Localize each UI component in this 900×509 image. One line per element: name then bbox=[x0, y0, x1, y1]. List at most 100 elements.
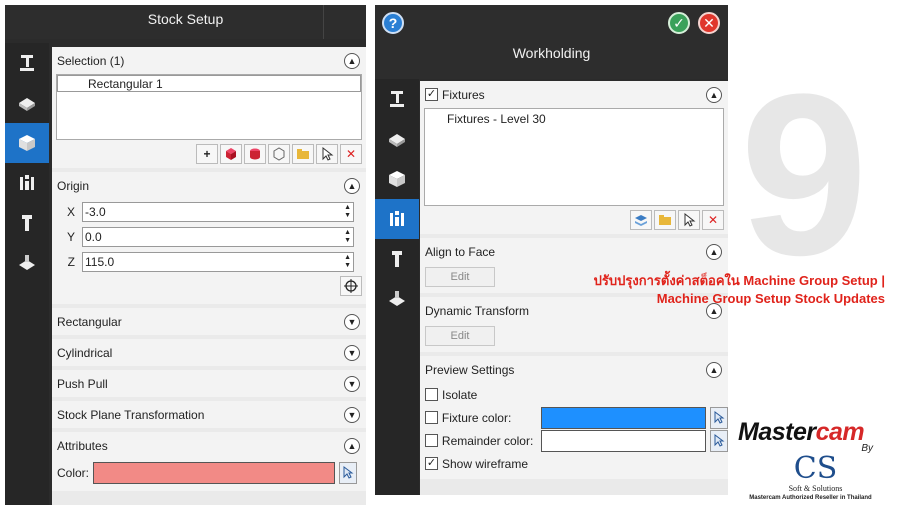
attributes-title: Attributes bbox=[57, 438, 108, 453]
remainder-color-label: Remainder color: bbox=[441, 433, 534, 448]
fixtures-toolbar: ✕ bbox=[420, 206, 728, 234]
show-wireframe-checkbox[interactable]: ✓ bbox=[425, 457, 438, 470]
rail-machine-icon[interactable] bbox=[5, 43, 49, 83]
rail-stock-setup-icon[interactable] bbox=[375, 159, 419, 199]
help-icon[interactable]: ? bbox=[382, 12, 404, 34]
open-folder-icon[interactable] bbox=[292, 144, 314, 164]
rectangular-section[interactable]: Rectangular ▼ bbox=[52, 308, 366, 335]
select-origin-crosshair-icon[interactable] bbox=[340, 276, 362, 296]
selection-list[interactable]: Rectangular 1 bbox=[56, 74, 362, 140]
rail-stock-setup-icon[interactable] bbox=[5, 123, 49, 163]
collapse-chevron-up-icon[interactable]: ▲ bbox=[706, 362, 722, 378]
workholding-side-rail bbox=[375, 79, 419, 495]
origin-y-value: 0.0 bbox=[85, 229, 102, 244]
cs-soft-solutions-text: Soft & Solutions bbox=[788, 484, 843, 493]
show-wireframe-row: ✓ Show wireframe bbox=[420, 452, 728, 475]
collapse-chevron-up-icon[interactable]: ▲ bbox=[706, 87, 722, 103]
origin-header[interactable]: Origin ▲ bbox=[52, 172, 366, 199]
fixtures-checkbox[interactable]: ✓ bbox=[425, 88, 438, 101]
align-to-face-header[interactable]: Align to Face ▲ bbox=[420, 238, 728, 265]
cylindrical-section[interactable]: Cylindrical ▼ bbox=[52, 339, 366, 366]
remainder-color-checkbox[interactable] bbox=[425, 434, 438, 447]
attributes-header[interactable]: Attributes ▲ bbox=[52, 432, 366, 459]
remainder-color-swatch[interactable] bbox=[541, 429, 707, 452]
preview-settings-header[interactable]: Preview Settings ▲ bbox=[420, 356, 728, 383]
stock-setup-panel: Stock Setup Selection (1) ▲ Rectangular … bbox=[5, 5, 366, 505]
selection-title: Selection (1) bbox=[57, 53, 125, 68]
rail-fixture-icon[interactable] bbox=[375, 199, 419, 239]
mastercam-cs-logo: Mastercam By CS Soft & Solutions Masterc… bbox=[738, 418, 883, 501]
spinner-arrows-icon[interactable]: ▲ ▼ bbox=[344, 204, 351, 220]
rail-machine-icon[interactable] bbox=[375, 79, 419, 119]
rail-tool-icon[interactable] bbox=[375, 239, 419, 279]
origin-y-label: Y bbox=[66, 229, 75, 244]
expand-chevron-down-icon[interactable]: ▼ bbox=[344, 314, 360, 330]
isolate-checkbox[interactable] bbox=[425, 388, 438, 401]
collapse-chevron-up-icon[interactable]: ▲ bbox=[706, 244, 722, 260]
fixtures-section: ✓ Fixtures ▲ Fixtures - Level 30 ✕ bbox=[420, 81, 728, 234]
titlebar-divider bbox=[323, 5, 324, 39]
stock-setup-title: Stock Setup bbox=[147, 11, 224, 27]
stock-setup-content: Selection (1) ▲ Rectangular 1 + ✕ Origin… bbox=[52, 47, 366, 505]
remove-fixture-close-icon[interactable]: ✕ bbox=[702, 210, 724, 230]
select-cursor-icon[interactable] bbox=[678, 210, 700, 230]
fixture-color-swatch[interactable] bbox=[541, 406, 707, 429]
origin-section: Origin ▲ X -3.0 ▲ ▼ Y 0.0 ▲ ▼ Z 115.0 ▲ … bbox=[52, 172, 366, 304]
rail-tool-icon[interactable] bbox=[5, 203, 49, 243]
preview-settings-section: Preview Settings ▲ Isolate Fixture color… bbox=[420, 356, 728, 479]
rectangular-title: Rectangular bbox=[57, 314, 122, 329]
remove-selection-close-icon[interactable]: ✕ bbox=[340, 144, 362, 164]
spinner-arrows-icon[interactable]: ▲ ▼ bbox=[344, 254, 351, 270]
origin-y-field[interactable]: 0.0 ▲ ▼ bbox=[82, 226, 354, 247]
rail-stock-block-icon[interactable] bbox=[375, 119, 419, 159]
add-rectangular-stock-icon[interactable] bbox=[220, 144, 242, 164]
fixture-color-label: Fixture color: bbox=[441, 410, 512, 425]
origin-z-value: 115.0 bbox=[85, 254, 115, 269]
select-cursor-icon[interactable] bbox=[316, 144, 338, 164]
fixtures-title: Fixtures bbox=[442, 87, 485, 102]
color-picker-icon[interactable] bbox=[710, 406, 728, 429]
open-folder-icon[interactable] bbox=[654, 210, 676, 230]
stock-color-swatch[interactable] bbox=[93, 462, 335, 484]
workholding-topbar: ? ✓ ✕ Workholding bbox=[375, 5, 728, 79]
spinner-arrows-icon[interactable]: ▲ ▼ bbox=[344, 229, 351, 245]
preview-settings-title: Preview Settings bbox=[425, 362, 515, 377]
collapse-chevron-up-icon[interactable]: ▲ bbox=[344, 178, 360, 194]
origin-z-field[interactable]: 115.0 ▲ ▼ bbox=[82, 251, 354, 272]
selection-list-item[interactable]: Rectangular 1 bbox=[57, 75, 361, 92]
isolate-label: Isolate bbox=[442, 387, 478, 402]
fixtures-list-item[interactable]: Fixtures - Level 30 bbox=[425, 111, 723, 128]
dynamic-transform-edit-button[interactable]: Edit bbox=[425, 326, 495, 346]
cylindrical-title: Cylindrical bbox=[57, 345, 113, 360]
fixture-color-checkbox[interactable] bbox=[425, 411, 438, 424]
align-to-face-edit-button[interactable]: Edit bbox=[425, 267, 495, 287]
origin-z-label: Z bbox=[67, 254, 75, 269]
stock-plane-transformation-section[interactable]: Stock Plane Transformation ▼ bbox=[52, 401, 366, 428]
color-picker-icon[interactable] bbox=[710, 429, 728, 452]
collapse-chevron-up-icon[interactable]: ▲ bbox=[344, 438, 360, 454]
color-picker-icon[interactable] bbox=[339, 462, 357, 484]
add-selection-plus-icon[interactable]: + bbox=[196, 144, 218, 164]
fixture-layers-icon[interactable] bbox=[630, 210, 652, 230]
expand-chevron-down-icon[interactable]: ▼ bbox=[344, 407, 360, 423]
push-pull-title: Push Pull bbox=[57, 376, 108, 391]
isolate-row: Isolate bbox=[420, 383, 728, 406]
rail-toolpath-icon[interactable] bbox=[375, 279, 419, 319]
push-pull-section[interactable]: Push Pull ▼ bbox=[52, 370, 366, 397]
add-cylindrical-stock-icon[interactable] bbox=[244, 144, 266, 164]
rail-fixture-icon[interactable] bbox=[5, 163, 49, 203]
cancel-close-icon[interactable]: ✕ bbox=[698, 12, 720, 34]
rail-toolpath-icon[interactable] bbox=[5, 243, 49, 283]
expand-chevron-down-icon[interactable]: ▼ bbox=[344, 345, 360, 361]
show-wireframe-label: Show wireframe bbox=[442, 456, 529, 471]
fixtures-list[interactable]: Fixtures - Level 30 bbox=[424, 108, 724, 206]
fixtures-header[interactable]: ✓ Fixtures ▲ bbox=[420, 81, 728, 108]
cs-logo-mark: CS bbox=[793, 451, 838, 486]
collapse-chevron-up-icon[interactable]: ▲ bbox=[344, 53, 360, 69]
origin-x-field[interactable]: -3.0 ▲ ▼ bbox=[82, 201, 354, 222]
selection-header[interactable]: Selection (1) ▲ bbox=[52, 47, 366, 74]
add-wireframe-stock-icon[interactable] bbox=[268, 144, 290, 164]
expand-chevron-down-icon[interactable]: ▼ bbox=[344, 376, 360, 392]
ok-checkmark-icon[interactable]: ✓ bbox=[668, 12, 690, 34]
rail-stock-block-icon[interactable] bbox=[5, 83, 49, 123]
